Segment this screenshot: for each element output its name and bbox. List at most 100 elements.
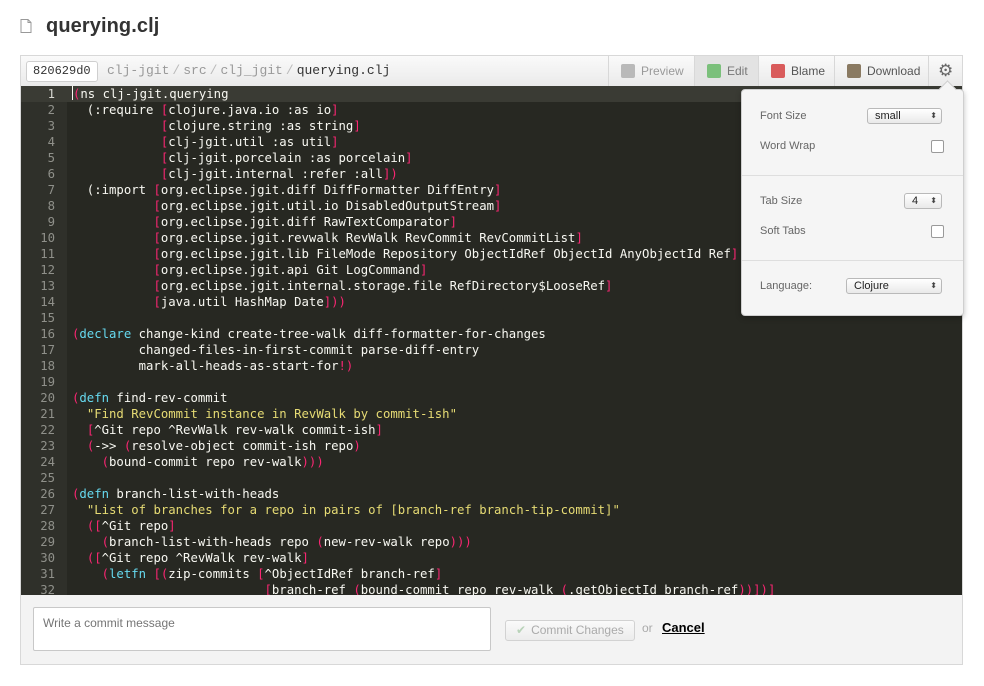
code-line[interactable]: 18 mark-all-heads-as-start-for!) (21, 358, 962, 374)
code-line[interactable]: 29 (branch-list-with-heads repo (new-rev… (21, 534, 962, 550)
line-number: 12 (40, 263, 55, 277)
commit-area: ✔ Commit Changes or Cancel (21, 595, 962, 664)
line-number: 14 (40, 295, 55, 309)
gear-icon: ⚙ (938, 61, 954, 80)
line-code: [org.eclipse.jgit.util.io DisabledOutput… (153, 199, 502, 213)
line-number: 5 (47, 151, 55, 165)
breadcrumb-current-file: querying.clj (296, 63, 391, 78)
line-number: 13 (40, 279, 55, 293)
tab-download-label: Download (867, 64, 921, 78)
language-select[interactable]: Clojure ⬍ (846, 278, 942, 294)
cancel-link[interactable]: Cancel (662, 620, 705, 635)
file-icon (20, 19, 32, 33)
line-number: 17 (40, 343, 55, 357)
code-line[interactable]: 22 [^Git repo ^RevWalk rev-walk commit-i… (21, 422, 962, 438)
code-line[interactable]: 30 ([^Git repo ^RevWalk rev-walk] (21, 550, 962, 566)
or-label: or (642, 621, 653, 635)
line-code: [java.util HashMap Date])) (153, 295, 346, 309)
eye-icon (621, 64, 635, 78)
font-size-label: Font Size (760, 110, 807, 122)
line-number: 30 (40, 551, 55, 565)
code-line[interactable]: 27 "List of branches for a repo in pairs… (21, 502, 962, 518)
breadcrumb-dir[interactable]: clj_jgit (220, 63, 282, 78)
line-number: 10 (40, 231, 55, 245)
code-line[interactable]: 28 ([^Git repo] (21, 518, 962, 534)
code-line[interactable]: 19 (21, 374, 962, 390)
font-size-select[interactable]: small ⬍ (867, 108, 942, 124)
tab-edit-label: Edit (727, 64, 748, 78)
commit-changes-button[interactable]: ✔ Commit Changes (505, 620, 635, 641)
line-number: 6 (47, 167, 55, 181)
line-code: [org.eclipse.jgit.api Git LogCommand] (153, 263, 428, 277)
line-number: 23 (40, 439, 55, 453)
line-number: 22 (40, 423, 55, 437)
soft-tabs-checkbox[interactable] (931, 225, 944, 238)
tab-preview[interactable]: Preview (608, 56, 694, 86)
download-icon (847, 64, 861, 78)
code-line[interactable]: 26 (defn branch-list-with-heads (21, 486, 962, 502)
select-arrow-icon: ⬍ (930, 111, 937, 120)
tab-blame[interactable]: Blame (758, 56, 834, 86)
line-number: 32 (40, 583, 55, 595)
line-number: 18 (40, 359, 55, 373)
line-number: 19 (40, 375, 55, 389)
tab-size-select[interactable]: 4 ⬍ (904, 193, 942, 209)
line-code: [org.eclipse.jgit.internal.storage.file … (153, 279, 613, 293)
line-number: 25 (40, 471, 55, 485)
tab-size-value: 4 (912, 195, 919, 207)
code-line[interactable]: 16 (declare change-kind create-tree-walk … (21, 326, 962, 342)
select-arrow-icon: ⬍ (930, 281, 937, 290)
tab-download[interactable]: Download (834, 56, 928, 86)
line-code: ([^Git repo] (86, 519, 176, 533)
commit-message-input[interactable] (33, 607, 491, 651)
line-code: (declare change-kind create-tree-walk di… (72, 327, 546, 341)
font-size-value: small (875, 110, 901, 122)
code-line[interactable]: 23 (->> (resolve-object commit-ish repo) (21, 438, 962, 454)
line-number: 24 (40, 455, 55, 469)
line-number: 20 (40, 391, 55, 405)
line-code: [clj-jgit.util :as util] (160, 135, 339, 149)
line-code: (:import [org.eclipse.jgit.diff DiffForm… (72, 183, 502, 197)
line-number: 9 (47, 215, 55, 229)
line-number: 1 (47, 87, 55, 101)
code-line[interactable]: 24 (bound-commit repo rev-walk))) (21, 454, 962, 470)
line-code: [clj-jgit.internal :refer :all]) (160, 167, 398, 181)
word-wrap-checkbox[interactable] (931, 140, 944, 153)
line-number: 15 (40, 311, 55, 325)
tab-preview-label: Preview (641, 64, 684, 78)
line-code: [clj-jgit.porcelain :as porcelain] (160, 151, 413, 165)
commit-changes-label: Commit Changes (531, 623, 624, 637)
breadcrumb-separator: / (285, 63, 294, 78)
line-code: (defn find-rev-commit (72, 391, 228, 405)
line-number: 7 (47, 183, 55, 197)
line-number: 4 (47, 135, 55, 149)
line-number: 2 (47, 103, 55, 117)
line-code: [org.eclipse.jgit.lib FileMode Repositor… (153, 247, 739, 261)
page-header: querying.clj (20, 10, 159, 42)
line-code: [^Git repo ^RevWalk rev-walk commit-ish] (86, 423, 383, 437)
line-code: [org.eclipse.jgit.revwalk RevWalk RevCom… (153, 231, 583, 245)
breadcrumb-separator: / (172, 63, 181, 78)
line-code: [clojure.string :as string] (160, 119, 361, 133)
breadcrumb-src[interactable]: src (183, 63, 206, 78)
line-code: "Find RevCommit instance in RevWalk by c… (86, 407, 457, 421)
line-number: 28 (40, 519, 55, 533)
breadcrumb-repo[interactable]: clj-jgit (107, 63, 169, 78)
code-line[interactable]: 20 (defn find-rev-commit (21, 390, 962, 406)
code-line[interactable]: 17 changed-files-in-first-commit parse-d… (21, 342, 962, 358)
code-line[interactable]: 32 [branch-ref (bound-commit repo rev-wa… (21, 582, 962, 595)
line-code: (defn branch-list-with-heads (72, 487, 280, 501)
code-line[interactable]: 21 "Find RevCommit instance in RevWalk b… (21, 406, 962, 422)
line-number: 21 (40, 407, 55, 421)
code-line[interactable]: 31 (letfn [(zip-commits [^ObjectIdRef br… (21, 566, 962, 582)
line-code: [org.eclipse.jgit.diff RawTextComparator… (153, 215, 457, 229)
commit-sha[interactable]: 820629d0 (26, 61, 98, 82)
settings-divider (742, 175, 963, 176)
line-number: 16 (40, 327, 55, 341)
code-line[interactable]: 25 (21, 470, 962, 486)
tab-edit[interactable]: Edit (694, 56, 758, 86)
line-code: (letfn [(zip-commits [^ObjectIdRef branc… (101, 567, 443, 581)
blame-icon (771, 64, 785, 78)
code-icon (707, 64, 721, 78)
line-code: mark-all-heads-as-start-for!) (72, 359, 354, 373)
